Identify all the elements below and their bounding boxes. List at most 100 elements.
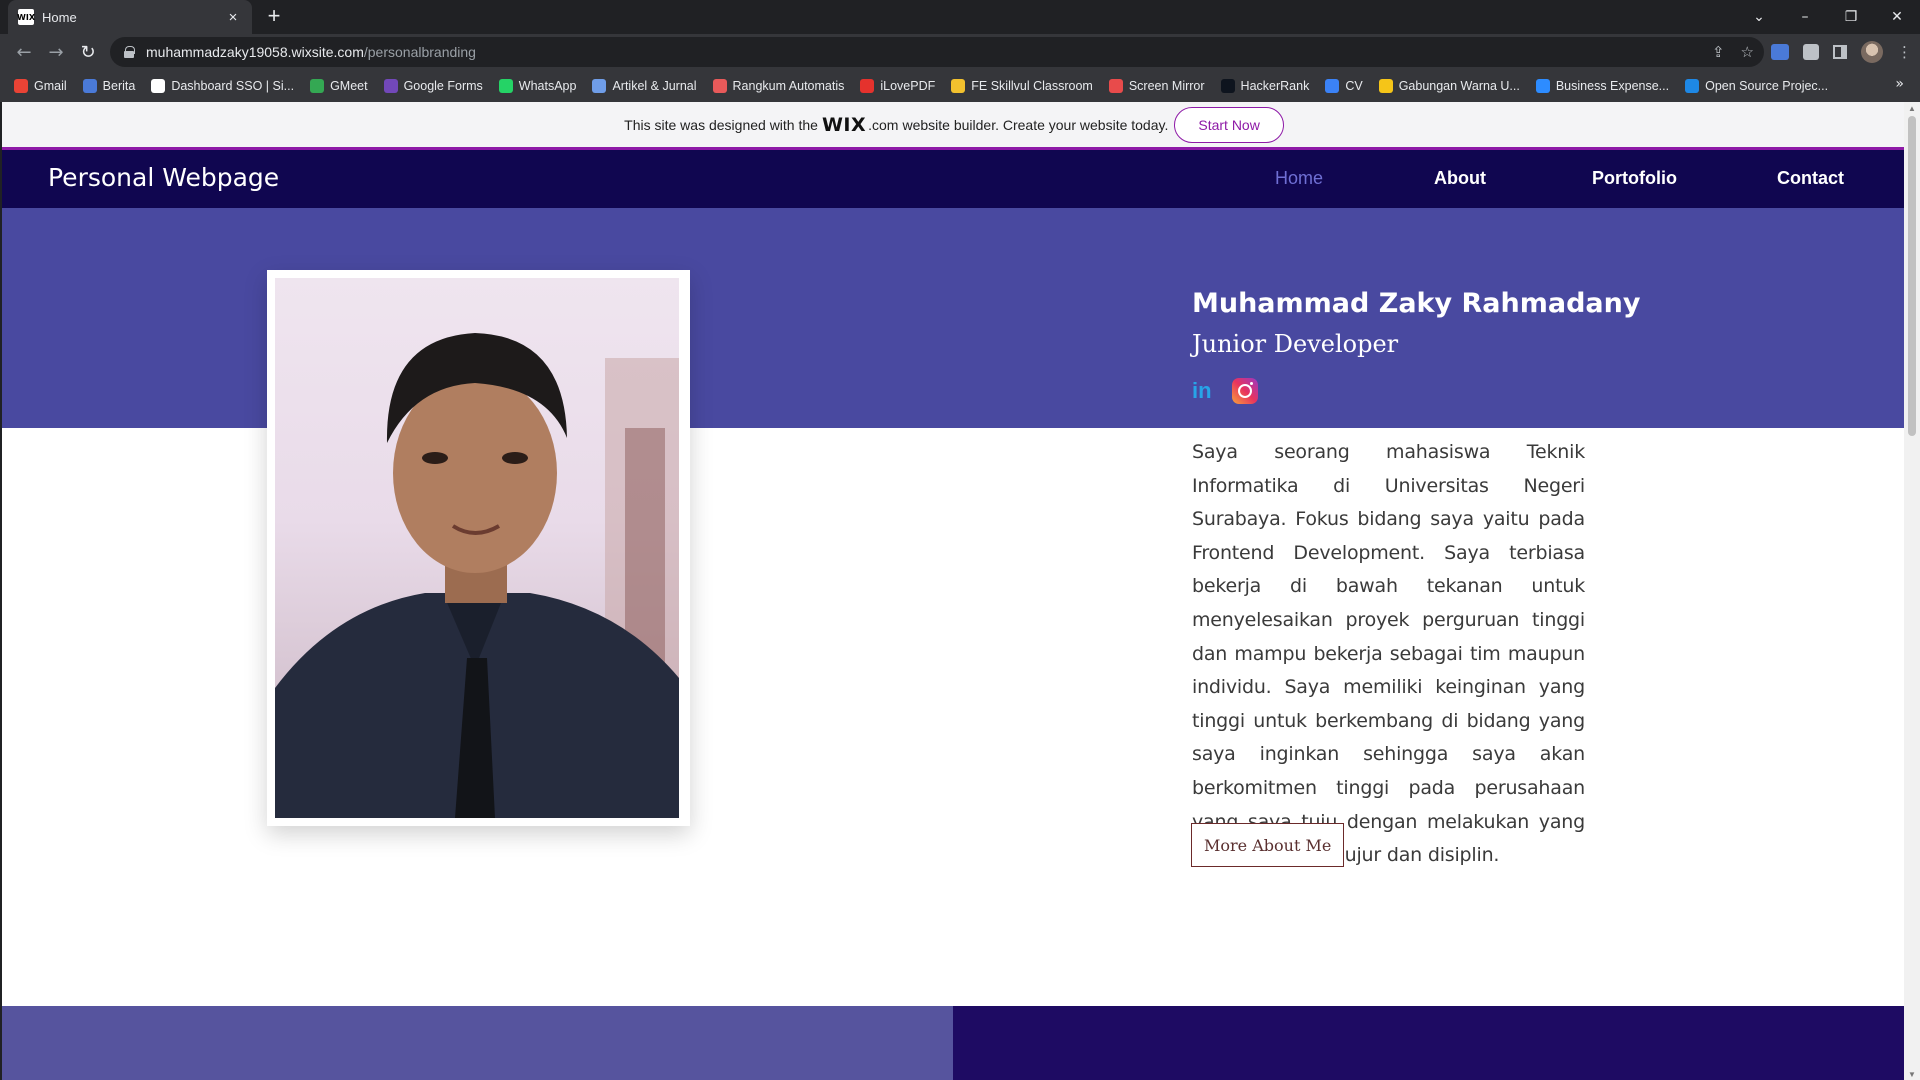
bookmark-label: Berita — [102, 79, 136, 93]
bookmark-item[interactable]: Gmail — [14, 79, 67, 93]
bookmark-item[interactable]: WhatsApp — [498, 79, 577, 93]
wix-banner-text-after: website builder. Create your website tod… — [902, 116, 1169, 133]
nav-contact[interactable]: Contact — [1777, 168, 1844, 189]
bookmark-favicon-icon — [498, 79, 513, 93]
bookmark-label: HackerRank — [1240, 79, 1310, 93]
scrollbar-thumb[interactable] — [1908, 116, 1916, 436]
address-bar[interactable]: muhammadzaky19058.wixsite.com/personalbr… — [110, 37, 1764, 67]
profile-avatar[interactable] — [1861, 41, 1883, 63]
bookmark-favicon-icon — [82, 79, 97, 93]
scroll-down-icon[interactable]: ▼ — [1908, 1070, 1916, 1079]
bookmark-favicon-icon — [310, 79, 325, 93]
bookmark-item[interactable]: Business Expense... — [1535, 79, 1670, 93]
close-icon[interactable]: × — [224, 9, 242, 26]
bookmark-label: GMeet — [330, 79, 368, 93]
bookmark-item[interactable]: Google Forms — [383, 79, 483, 93]
tab-title: Home — [42, 9, 77, 25]
restore-icon[interactable]: ❐ — [1828, 9, 1874, 25]
bookmark-item[interactable]: Gabungan Warna U... — [1378, 79, 1520, 93]
bookmark-item[interactable]: Artikel & Jurnal — [592, 79, 697, 93]
bookmark-star-icon[interactable]: ☆ — [1741, 43, 1754, 61]
bookmark-item[interactable]: Screen Mirror — [1108, 79, 1205, 93]
tab-search-icon[interactable]: ⌄ — [1736, 9, 1782, 25]
url-path: /personalbranding — [363, 44, 476, 60]
extensions-puzzle-icon[interactable] — [1803, 44, 1819, 60]
next-section-right — [953, 1006, 1904, 1080]
bookmark-favicon-icon — [592, 79, 607, 93]
site-title[interactable]: Personal Webpage — [48, 163, 279, 192]
bookmark-favicon-icon — [1325, 79, 1340, 93]
nav-home[interactable]: Home — [1275, 168, 1323, 189]
bookmark-favicon-icon — [951, 79, 966, 93]
bookmark-item[interactable]: HackerRank — [1220, 79, 1310, 93]
scroll-up-icon[interactable]: ▲ — [1908, 104, 1916, 113]
side-panel-icon[interactable] — [1833, 45, 1847, 59]
bookmark-item[interactable]: CV — [1325, 79, 1363, 93]
page-scrollbar[interactable]: ▲ ▼ — [1904, 102, 1920, 1080]
profile-photo — [275, 278, 679, 818]
bookmark-label: CV — [1345, 79, 1363, 93]
share-icon[interactable]: ⇪ — [1712, 43, 1725, 61]
bookmark-favicon-icon — [14, 79, 28, 93]
bookmark-favicon-icon — [151, 79, 166, 93]
bookmarks-overflow-icon[interactable]: » — [1895, 76, 1904, 92]
bookmark-favicon-icon — [1378, 79, 1393, 93]
profile-name: Muhammad Zaky Rahmadany — [1192, 288, 1641, 319]
bookmark-label: Dashboard SSO | Si... — [171, 79, 295, 93]
profile-bio: Saya seorang mahasiswa Teknik Informatik… — [1192, 441, 1585, 867]
window-close-icon[interactable]: ✕ — [1874, 9, 1920, 25]
url-host: muhammadzaky19058.wixsite.com — [146, 44, 364, 60]
bookmark-favicon-icon — [1108, 79, 1123, 93]
bookmark-item[interactable]: GMeet — [310, 79, 368, 93]
bookmark-label: Rangkum Automatis — [732, 79, 845, 93]
new-tab-button[interactable]: + — [262, 5, 286, 29]
bookmark-label: Open Source Projec... — [1705, 79, 1829, 93]
bookmark-item[interactable]: iLovePDF — [860, 79, 935, 93]
nav-about[interactable]: About — [1434, 168, 1486, 189]
profile-role: Junior Developer — [1192, 330, 1399, 358]
bookmark-favicon-icon — [712, 79, 727, 93]
more-about-me-button[interactable]: More About Me — [1191, 823, 1345, 867]
bookmark-label: Business Expense... — [1555, 79, 1670, 93]
profile-photo-frame — [267, 270, 690, 826]
translate-extension-icon[interactable] — [1771, 44, 1789, 60]
bookmark-item[interactable]: Dashboard SSO | Si... — [151, 79, 294, 93]
bookmark-label: FE Skillvul Classroom — [971, 79, 1093, 93]
browser-menu-icon[interactable]: ⋮ — [1897, 43, 1912, 61]
forward-icon[interactable]: → — [40, 42, 72, 63]
bookmark-item[interactable]: FE Skillvul Classroom — [951, 79, 1093, 93]
browser-toolbar: ← → ↻ muhammadzaky19058.wixsite.com/pers… — [0, 34, 1920, 70]
bookmark-favicon-icon — [1685, 79, 1700, 93]
bookmark-label: iLovePDF — [880, 79, 936, 93]
bookmark-label: WhatsApp — [518, 79, 577, 93]
social-links: in — [1192, 378, 1258, 404]
browser-tab-bar: WIX Home × + ⌄ – ❐ ✕ — [0, 0, 1920, 34]
nav-portofolio[interactable]: Portofolio — [1592, 168, 1677, 189]
window-controls: ⌄ – ❐ ✕ — [1736, 0, 1920, 34]
bookmarks-bar: Gmail Berita Dashboard SSO | Si... GMeet Goo… — [0, 70, 1920, 102]
bookmark-label: Google Forms — [403, 79, 483, 93]
bookmark-favicon-icon — [1535, 79, 1550, 93]
bookmark-label: Gmail — [34, 79, 67, 93]
browser-tab[interactable]: WIX Home × — [8, 0, 252, 34]
lock-icon — [124, 46, 135, 58]
reload-icon[interactable]: ↻ — [72, 42, 104, 63]
wix-favicon-icon: WIX — [17, 9, 35, 25]
bookmark-label: Artikel & Jurnal — [612, 79, 697, 93]
back-icon[interactable]: ← — [8, 42, 40, 63]
start-now-button[interactable]: Start Now — [1174, 106, 1284, 143]
minimize-icon[interactable]: – — [1782, 9, 1828, 25]
bookmark-favicon-icon — [1220, 79, 1235, 93]
bookmark-label: Gabungan Warna U... — [1398, 79, 1520, 93]
bookmark-item[interactable]: Rangkum Automatis — [712, 79, 845, 93]
instagram-icon[interactable] — [1232, 378, 1258, 404]
bookmark-item[interactable]: Berita — [82, 79, 136, 93]
wix-banner-text: This site was designed with the — [624, 116, 818, 133]
wix-logo-suffix: .com — [868, 116, 899, 133]
linkedin-icon[interactable]: in — [1192, 378, 1218, 404]
bookmark-favicon-icon — [860, 79, 875, 93]
site-header: Personal Webpage Home About Portofolio C… — [2, 150, 1904, 208]
bookmark-label: Screen Mirror — [1128, 79, 1205, 93]
portrait-illustration — [275, 333, 679, 818]
bookmark-item[interactable]: Open Source Projec... — [1685, 79, 1828, 93]
